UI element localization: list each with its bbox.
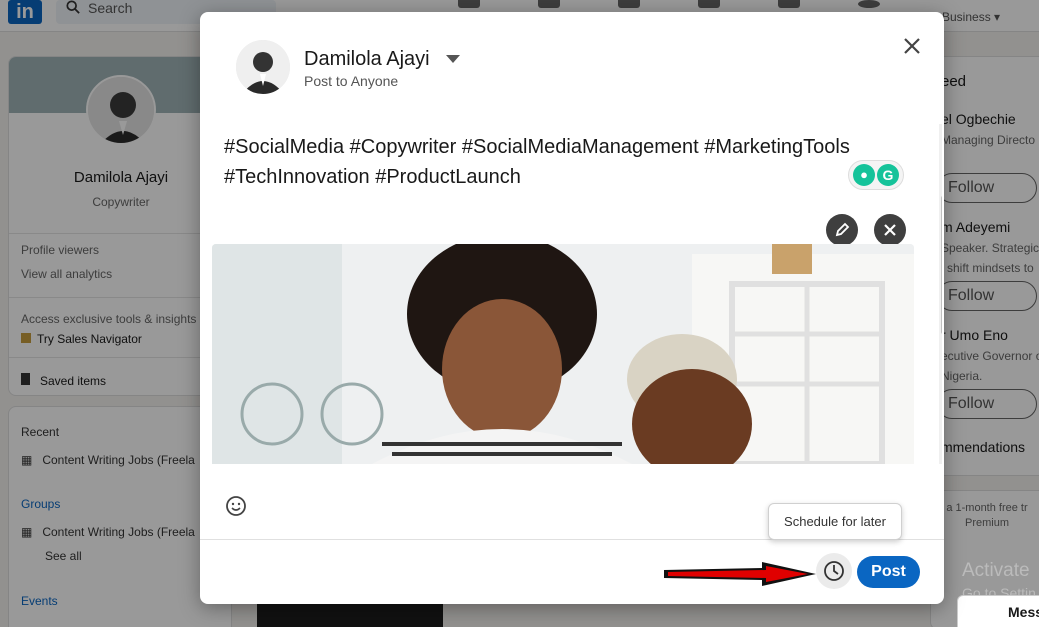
groups-item[interactable]: ▦ Content Writing Jobs (Freela <box>21 525 195 539</box>
home-nav-icon[interactable] <box>458 0 480 8</box>
editor-scrollbar[interactable] <box>939 124 942 464</box>
post-text-line-1: #SocialMedia #Copywriter #SocialMediaMan… <box>224 136 850 158</box>
notifications-nav-icon[interactable] <box>778 0 800 8</box>
premium-line-2: Premium <box>964 517 1009 529</box>
see-all-link[interactable]: See all <box>45 549 82 563</box>
author-name[interactable]: Damilola Ajayi <box>304 48 430 71</box>
saved-items-link[interactable]: Saved items <box>21 373 106 388</box>
post-audience[interactable]: Post to Anyone <box>304 73 398 89</box>
suggested-person-name[interactable]: r Umo Eno <box>941 327 1008 343</box>
clock-icon <box>824 561 844 581</box>
emoji-icon[interactable] <box>224 494 248 518</box>
messaging-tab[interactable]: Mess <box>957 595 1039 627</box>
suggested-person-headline: l shift mindsets to <box>941 261 1034 275</box>
post-text-line-2: #TechInnovation #ProductLaunch <box>224 166 521 188</box>
divider <box>9 297 231 298</box>
follow-button[interactable]: Follow <box>937 389 1037 419</box>
remove-image-button[interactable] <box>874 214 906 246</box>
activate-windows-watermark: Activate <box>962 560 1030 581</box>
sales-navigator-label: Try Sales Navigator <box>37 332 142 346</box>
left-profile-card: Damilola Ajayi Copywriter Profile viewer… <box>8 56 232 396</box>
saved-items-label: Saved items <box>40 374 107 388</box>
grammarly-widget[interactable]: ● G <box>848 160 904 190</box>
suggested-person-name[interactable]: el Ogbechie <box>941 111 1016 127</box>
feed-title: eed <box>941 73 967 90</box>
search-icon <box>66 0 80 14</box>
close-icon[interactable] <box>896 30 928 62</box>
events-heading[interactable]: Events <box>21 594 58 608</box>
me-nav-avatar[interactable] <box>858 0 880 8</box>
schedule-post-button[interactable] <box>816 553 852 589</box>
remove-image-icon <box>884 224 896 236</box>
pencil-icon <box>835 222 850 237</box>
network-nav-icon[interactable] <box>538 0 560 8</box>
divider <box>9 233 231 234</box>
follow-button[interactable]: Follow <box>937 173 1037 203</box>
schedule-tooltip: Schedule for later <box>768 503 902 540</box>
grammarly-icon: G <box>877 164 899 186</box>
profile-name[interactable]: Damilola Ajayi <box>9 169 231 186</box>
profile-avatar[interactable] <box>86 75 156 145</box>
premium-line-1: a 1-month free tr <box>946 502 1028 514</box>
business-label: Business <box>942 10 991 24</box>
grammarly-tone-icon: ● <box>853 164 875 186</box>
author-avatar[interactable] <box>236 40 290 94</box>
recent-item[interactable]: ▦ Content Writing Jobs (Freela <box>21 453 195 467</box>
messaging-label: Mess <box>1008 604 1039 620</box>
group-icon: ▦ <box>21 525 33 539</box>
view-analytics-link[interactable]: View all analytics <box>21 267 112 281</box>
post-text-area[interactable]: #SocialMedia #Copywriter #SocialMediaMan… <box>224 132 904 192</box>
suggested-person-headline: Managing Directo <box>941 133 1036 147</box>
sales-navigator-link[interactable]: Try Sales Navigator <box>21 332 142 346</box>
jobs-nav-icon[interactable] <box>618 0 640 8</box>
attached-image <box>212 244 914 464</box>
feed-post-image <box>257 604 443 627</box>
groups-item-label: Content Writing Jobs (Freela <box>42 525 195 539</box>
business-menu[interactable]: Business ▾ <box>942 10 1000 24</box>
suggested-person-headline: Speaker. Strategic <box>941 241 1039 255</box>
post-editor[interactable]: #SocialMedia #Copywriter #SocialMediaMan… <box>212 124 942 464</box>
recent-item-label: Content Writing Jobs (Freela <box>42 453 195 467</box>
profile-viewers-link[interactable]: Profile viewers <box>21 243 99 257</box>
recommendations-link[interactable]: mmendations <box>941 439 1025 455</box>
dropdown-caret-icon[interactable] <box>446 55 460 63</box>
recent-heading: Recent <box>21 425 60 439</box>
annotation-arrow-icon <box>664 562 816 586</box>
group-icon: ▦ <box>21 453 33 467</box>
suggested-person-headline: Nigeria. <box>941 369 983 383</box>
post-button[interactable]: Post <box>857 556 920 588</box>
groups-heading[interactable]: Groups <box>21 497 60 511</box>
edit-image-button[interactable] <box>826 214 858 246</box>
search-placeholder: Search <box>88 0 133 16</box>
profile-headline: Copywriter <box>92 195 150 209</box>
add-to-feed-card: eed el Ogbechie Managing Directo Follow … <box>930 56 1039 476</box>
premium-promo-text: Access exclusive tools & insights <box>21 312 197 326</box>
suggested-person-name[interactable]: m Adeyemi <box>941 219 1010 235</box>
left-nav-card: Recent ▦ Content Writing Jobs (Freela Gro… <box>8 406 232 627</box>
premium-promo[interactable]: a 1-month free tr Premium <box>937 501 1037 531</box>
linkedin-logo[interactable]: in <box>8 0 42 24</box>
scroll-thumb[interactable] <box>941 196 942 334</box>
messaging-nav-icon[interactable] <box>698 0 720 8</box>
suggested-person-headline: ecutive Governor o <box>941 349 1039 363</box>
divider <box>9 357 231 358</box>
bookmark-icon <box>21 373 30 385</box>
follow-button[interactable]: Follow <box>937 281 1037 311</box>
premium-icon <box>21 333 31 343</box>
